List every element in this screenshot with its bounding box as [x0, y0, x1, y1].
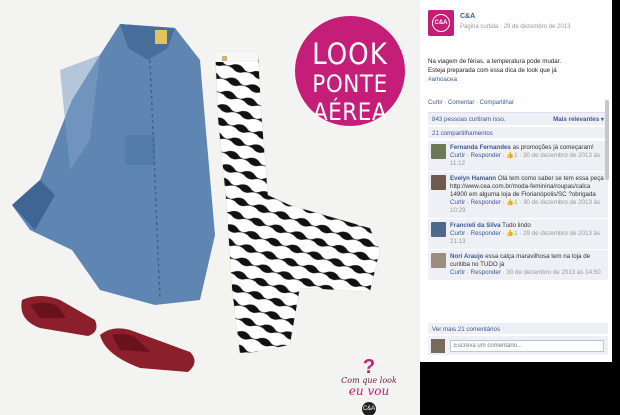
- comment-likes: 1: [514, 152, 518, 159]
- denim-shirt: [12, 24, 215, 305]
- campaign-mark: ? Com que look eu vou C&A: [338, 356, 400, 415]
- comment-meta: Curtir · Responder · 👍1 · 29 de dezembro…: [450, 230, 601, 245]
- page-avatar-logo: C&A: [432, 14, 450, 32]
- user-avatar: [431, 339, 445, 353]
- like-thumb-icon: 👍: [506, 152, 515, 159]
- commenter-name[interactable]: Francieli da Silva: [450, 222, 501, 229]
- comments-list: Fernanda Fernandes as promoções já começ…: [428, 140, 608, 280]
- write-comment-row: [428, 335, 608, 355]
- post-meta: Página curtida · 29 de dezembro de 2013: [460, 24, 571, 30]
- post-photo[interactable]: LOOK PONTE AÉREA ? Com que look eu vou C…: [0, 0, 420, 415]
- commenter-avatar[interactable]: [431, 175, 446, 190]
- comment-text: Tudo lindo: [502, 222, 531, 229]
- like-thumb-icon: 👍: [506, 230, 515, 237]
- comment-likes: 1: [514, 199, 518, 206]
- post-sidebar: C&A C&A Página curtida · 29 de dezembro …: [420, 0, 612, 362]
- look-badge: LOOK PONTE AÉREA: [295, 16, 405, 126]
- comment-item: Evelyn Hamann Olá tem como saber se tem …: [428, 171, 608, 218]
- commenter-name[interactable]: Evelyn Hamann: [450, 175, 496, 182]
- commenter-avatar[interactable]: [431, 222, 446, 237]
- more-comments-link[interactable]: Ver mais 21 comentários: [432, 326, 500, 333]
- post-actions[interactable]: Curtir · Comentar · Compartilhar: [428, 100, 514, 106]
- commenter-name[interactable]: Nori Araujo: [450, 253, 483, 260]
- comment-meta: Curtir · Responder · 30 de dezembro de 2…: [450, 269, 601, 276]
- brand-logo: C&A: [362, 402, 376, 415]
- badge-line2: PONTE AÉREA: [312, 70, 388, 126]
- like-thumb-icon: 👍: [506, 199, 515, 206]
- comment-date: 30 de dezembro de 2013 às 14:50: [506, 269, 601, 276]
- sort-dropdown[interactable]: Mais relevantes ▾: [553, 116, 604, 123]
- page-avatar[interactable]: C&A: [428, 10, 454, 36]
- post-header: C&A C&A Página curtida · 29 de dezembro …: [428, 10, 608, 40]
- likes-count[interactable]: 843 pessoas curtiram isso.: [432, 116, 506, 123]
- sidebar-bottom-fill: [420, 362, 612, 415]
- comment-actions[interactable]: Curtir · Responder: [450, 152, 501, 159]
- badge-line1: LOOK: [312, 37, 388, 71]
- comment-input[interactable]: [450, 340, 604, 352]
- shares-bar: 21 compartilhamentos: [428, 126, 608, 138]
- shares-count[interactable]: 21 compartilhamentos: [432, 130, 493, 137]
- commenter-avatar[interactable]: [431, 253, 446, 268]
- comment-meta: Curtir · Responder · 👍1 · 30 de dezembro…: [450, 152, 601, 167]
- post-text-line1: Na viagem de férias, a temperatura pode …: [428, 58, 562, 65]
- comment-item: Nori Araujo essa calça maravilhosa tem n…: [428, 249, 608, 280]
- comment-item: Francieli da Silva Tudo lindo Curtir · R…: [428, 218, 608, 249]
- comment-text: as promoções já começaram!: [512, 144, 594, 151]
- page-name[interactable]: C&A: [460, 13, 475, 20]
- hashtag-link[interactable]: #amoacea: [428, 75, 608, 84]
- comment-meta: Curtir · Responder · 👍1 · 30 de dezembro…: [450, 199, 601, 214]
- likes-bar: 843 pessoas curtiram isso. Mais relevant…: [428, 112, 608, 125]
- sidebar-scrollbar[interactable]: [605, 100, 609, 180]
- post-text: Na viagem de férias, a temperatura pode …: [428, 57, 608, 84]
- campaign-script2: eu vou: [348, 384, 390, 398]
- question-mark: ?: [362, 356, 376, 378]
- post-text-line2: Esteja preparada com essa dica de look q…: [428, 67, 557, 74]
- commenter-avatar[interactable]: [431, 144, 446, 159]
- comment-actions[interactable]: Curtir · Responder: [450, 199, 501, 206]
- right-gutter: [612, 0, 620, 415]
- comment-likes: 1: [514, 230, 518, 237]
- commenter-name[interactable]: Fernanda Fernandes: [450, 144, 511, 151]
- comment-item: Fernanda Fernandes as promoções já começ…: [428, 140, 608, 171]
- more-comments-bar: Ver mais 21 comentários: [428, 322, 608, 334]
- comment-actions[interactable]: Curtir · Responder: [450, 269, 501, 276]
- comment-actions[interactable]: Curtir · Responder: [450, 230, 501, 237]
